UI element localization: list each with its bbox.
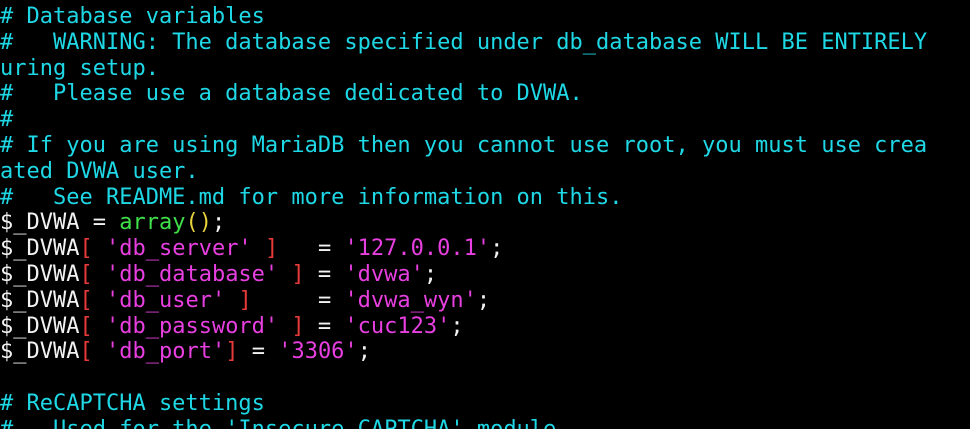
bracket-token: ] xyxy=(225,339,239,365)
comment-line: uring setup. xyxy=(0,55,159,81)
value-string-token: 'cuc123' xyxy=(344,313,451,339)
comment-line: # If you are using MariaDB then you cann… xyxy=(0,132,928,158)
semicolon-token: ; xyxy=(450,313,464,339)
value-string-token: '127.0.0.1' xyxy=(344,236,491,262)
variable-token: $_DVWA xyxy=(0,339,80,365)
paren-token: ( xyxy=(185,210,199,236)
key-string-token: 'db_port' xyxy=(105,339,226,365)
semicolon-token: ; xyxy=(490,236,504,262)
comment-line: # WARNING: The database specified under … xyxy=(0,29,928,55)
key-string-token: 'db_server' xyxy=(105,236,252,262)
bracket-token: [ xyxy=(79,339,93,365)
bracket-token: ] xyxy=(264,236,279,262)
operator-token: = xyxy=(317,261,345,287)
value-string-token: '3306' xyxy=(278,339,358,365)
code-line-assignment: $_DVWA[ 'db_port'] = '3306'; xyxy=(0,339,970,365)
value-string-token: 'dvwa' xyxy=(344,261,424,287)
variable-token: $_DVWA xyxy=(0,313,80,339)
semicolon-token: ; xyxy=(423,261,438,287)
comment-line: # See README.md for more information on … xyxy=(0,184,623,210)
comment-line: # Please use a database dedicated to DVW… xyxy=(0,81,583,107)
operator-token: = xyxy=(317,236,345,262)
bracket-token: [ xyxy=(79,287,93,313)
function-token: array xyxy=(119,210,186,236)
variable-token: $_DVWA xyxy=(0,236,80,262)
operator-token: = xyxy=(251,339,279,365)
operator-token: = xyxy=(317,313,345,339)
bracket-token: [ xyxy=(79,236,93,262)
bracket-token: ] xyxy=(238,287,252,313)
bracket-token: ] xyxy=(291,313,305,339)
terminal-editor[interactable]: # Database variables # WARNING: The data… xyxy=(0,0,970,429)
bracket-token: [ xyxy=(79,313,93,339)
code-line-assignment: $_DVWA[ 'db_server' ] = '127.0.0.1'; xyxy=(0,236,970,262)
code-line-assignment: $_DVWA[ 'db_password' ] = 'cuc123'; xyxy=(0,314,970,340)
code-line-array-init: $_DVWA = array(); xyxy=(0,210,970,236)
comment-line: # Database variables xyxy=(0,4,265,29)
operator-token: = xyxy=(317,287,345,313)
value-string-token: 'dvwa_wyn' xyxy=(344,287,477,313)
bracket-token: [ xyxy=(79,261,93,287)
variable-token: $_DVWA xyxy=(0,287,80,313)
key-string-token: 'db_database' xyxy=(105,261,279,287)
semicolon-token: ; xyxy=(211,210,226,236)
comment-line: # ReCAPTCHA settings xyxy=(0,390,265,416)
key-string-token: 'db_user' xyxy=(105,287,226,313)
code-line-assignment: $_DVWA[ 'db_user' ] = 'dvwa_wyn'; xyxy=(0,288,970,314)
variable-token: $_DVWA xyxy=(0,261,80,287)
comment-line: ated DVWA user. xyxy=(0,158,199,184)
comment-line-partial: # Used for the 'Insecure CAPTCHA' module xyxy=(0,417,970,429)
semicolon-token: ; xyxy=(357,339,371,365)
code-line-assignment: $_DVWA[ 'db_database' ] = 'dvwa'; xyxy=(0,262,970,288)
operator-token: = xyxy=(79,210,120,236)
paren-token: ) xyxy=(198,210,212,236)
key-string-token: 'db_password' xyxy=(105,313,279,339)
comment-line: # xyxy=(0,107,14,133)
bracket-token: ] xyxy=(291,261,305,287)
semicolon-token: ; xyxy=(476,287,491,313)
variable-token: $_DVWA xyxy=(0,210,80,236)
